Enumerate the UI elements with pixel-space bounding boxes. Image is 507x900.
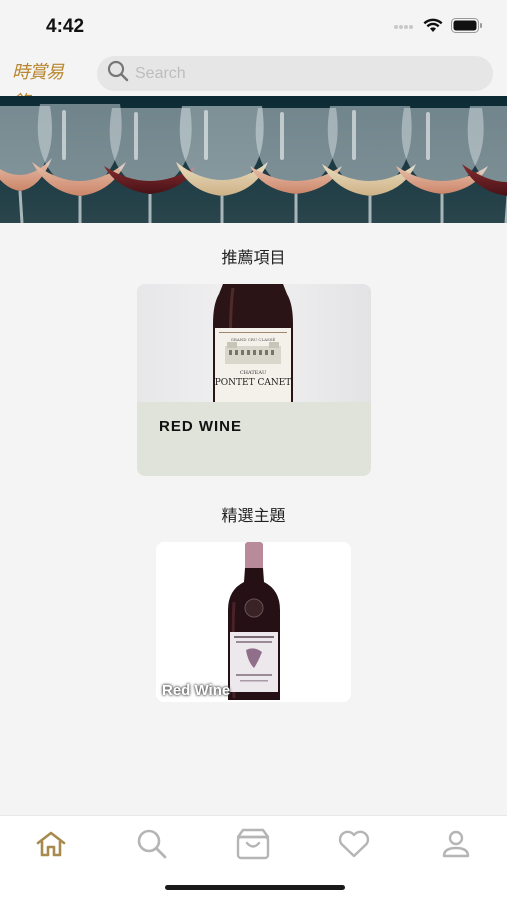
search-bar[interactable] [97, 56, 493, 91]
profile-icon [441, 829, 471, 864]
app-header: 時賞易飽 [0, 52, 507, 113]
featured-section-title: 精選主題 [221, 506, 286, 525]
heart-icon [337, 829, 371, 864]
home-icon [35, 830, 67, 863]
hero-banner[interactable] [0, 96, 507, 223]
signal-icon [393, 19, 415, 37]
recommended-card[interactable]: GRAND CRU CLASSÉ CHATEAU PONTET CANET RE… [137, 284, 371, 476]
bottle-label-main: PONTET CANET [215, 378, 292, 388]
wifi-icon [423, 18, 443, 38]
featured-bottle-image [228, 542, 280, 700]
tab-search[interactable] [132, 826, 172, 866]
tab-favorites[interactable] [334, 826, 374, 866]
tab-bag[interactable] [233, 826, 273, 866]
app-logo[interactable]: 時賞易飽 [12, 58, 70, 113]
bag-icon [236, 828, 270, 865]
wine-glasses-image [0, 96, 507, 223]
recommended-card-image: GRAND CRU CLASSÉ CHATEAU PONTET CANET [137, 284, 371, 403]
status-time: 4:42 [46, 16, 85, 37]
search-icon [107, 60, 129, 87]
battery-icon [451, 18, 483, 38]
recommended-card-label: RED WINE [159, 418, 242, 435]
status-bar: 4:42 [0, 0, 507, 50]
search-icon [136, 828, 168, 865]
status-icons [393, 18, 483, 38]
featured-theme-card[interactable]: Red Wine [156, 542, 351, 702]
tab-profile[interactable] [436, 826, 476, 866]
home-indicator[interactable] [165, 885, 345, 890]
bottle-label-top: CHATEAU [240, 370, 266, 376]
wine-bottle-image: GRAND CRU CLASSÉ CHATEAU PONTET CANET [213, 284, 293, 403]
recommended-section-title: 推薦項目 [221, 248, 286, 267]
featured-card-label: Red Wine [162, 682, 231, 699]
search-input[interactable] [135, 64, 475, 83]
bottle-label-small: GRAND CRU CLASSÉ [231, 337, 276, 342]
tab-home[interactable] [31, 826, 71, 866]
